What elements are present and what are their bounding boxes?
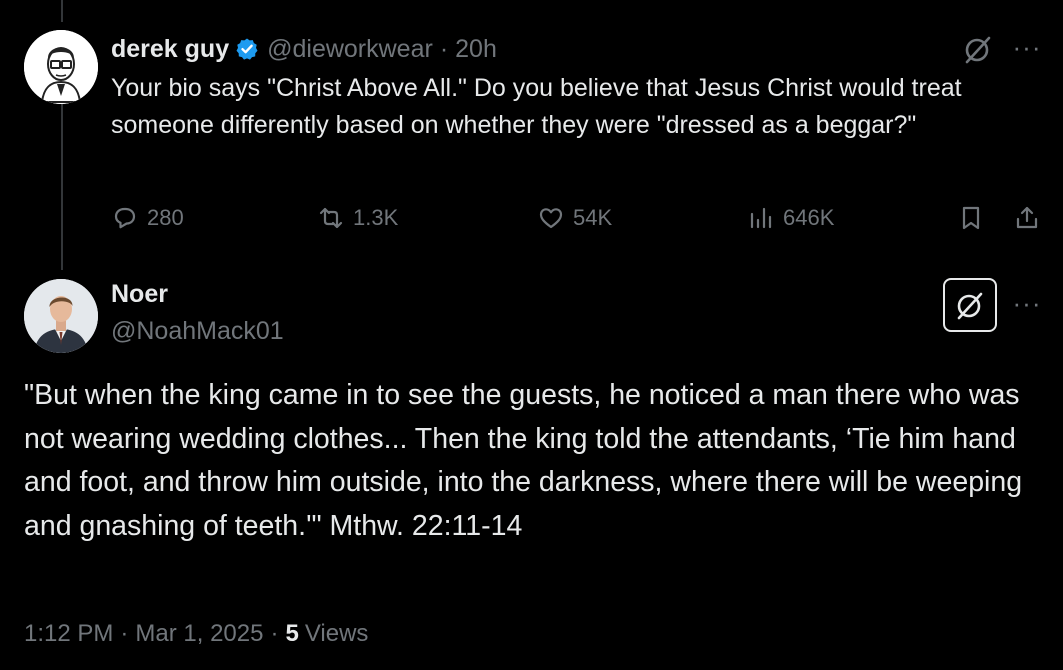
bookmark-button[interactable] [957, 198, 985, 238]
views-count: 5 [285, 620, 299, 647]
separator-dot: · [270, 620, 279, 647]
thread-line-connector [61, 104, 63, 270]
views-label: Views [304, 620, 369, 647]
author-name[interactable]: Noer [111, 280, 168, 309]
author-name[interactable]: derek guy [111, 35, 229, 64]
repost-button[interactable]: 1.3K [317, 198, 398, 238]
views-button[interactable]: 646K [747, 198, 834, 238]
views-icon [750, 207, 772, 229]
verified-badge-icon[interactable] [235, 37, 259, 61]
separator-dot: · [439, 34, 449, 63]
post1-actions: 280 1.3K 54K 646K [111, 198, 1041, 238]
like-count: 54K [573, 205, 613, 230]
post2-text: "But when the king came in to see the gu… [24, 379, 1023, 542]
post1-header: derek guy @dieworkwear · 20h [111, 32, 497, 66]
reply-button[interactable]: 280 [111, 198, 184, 238]
more-icon[interactable]: ··· [1010, 286, 1044, 320]
author-handle[interactable]: @NoahMack01 [111, 317, 284, 346]
thread-line-top [61, 0, 63, 22]
post1-text: Your bio says "Christ Above All." Do you… [111, 74, 962, 139]
repost-icon [319, 207, 343, 229]
post2-meta: 1:12 PM · Mar 1, 2025 · 5 Views [24, 620, 368, 648]
more-icon[interactable]: ··· [1010, 30, 1044, 64]
author-handle[interactable]: @dieworkwear [267, 35, 433, 64]
grok-button[interactable] [943, 278, 997, 332]
separator-dot: · [120, 620, 129, 647]
avatar-photo [24, 279, 98, 353]
post-time[interactable]: 1:12 PM [24, 620, 113, 648]
post-time[interactable]: 20h [455, 35, 497, 64]
like-button[interactable]: 54K [537, 198, 612, 238]
like-icon [539, 208, 563, 229]
grok-icon[interactable] [961, 32, 995, 66]
avatar-illustration [24, 30, 98, 104]
avatar-noer[interactable] [24, 279, 98, 353]
grok-icon [957, 292, 983, 320]
repost-count: 1.3K [353, 205, 399, 230]
share-icon [1016, 206, 1038, 229]
bookmark-icon [962, 206, 980, 230]
share-button[interactable] [1013, 198, 1041, 238]
post-date[interactable]: Mar 1, 2025 [135, 620, 263, 648]
views-count: 646K [783, 205, 835, 230]
reply-icon [114, 207, 136, 229]
avatar-derek-guy[interactable] [24, 30, 98, 104]
reply-count: 280 [147, 205, 184, 230]
